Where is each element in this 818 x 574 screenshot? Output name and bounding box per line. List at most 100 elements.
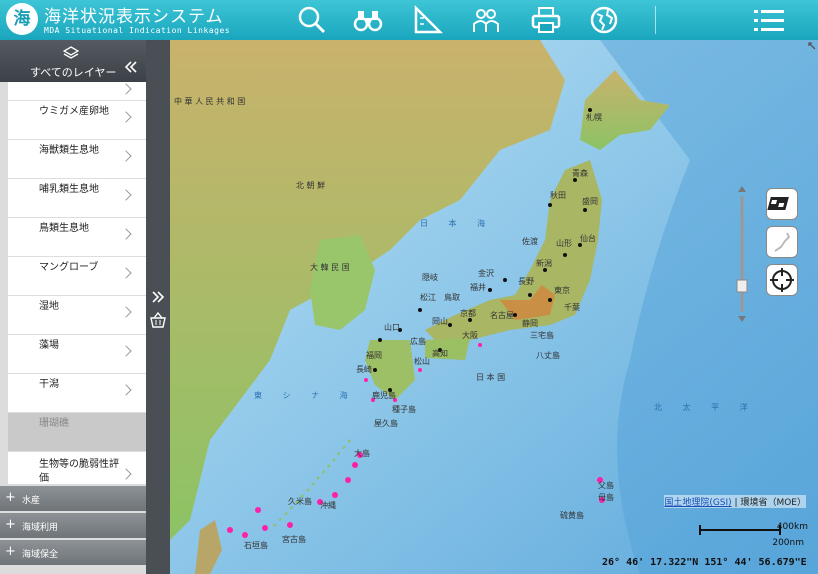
chevron-right-icon [120, 468, 132, 480]
map-label: 宮古島 [282, 535, 306, 544]
list-item[interactable]: 海獣類生息地 [8, 140, 146, 179]
map-label: 岡山 [432, 317, 448, 326]
list-item-label: 干潟 [39, 379, 59, 390]
map-label: 長野 [518, 277, 534, 286]
map-view[interactable]: 中 華 人 民 共 和 国 北 朝 鮮 大 韓 民 国 日 本 国 日 本 海 … [170, 40, 818, 574]
map-label: 沖縄 [320, 501, 336, 510]
category-sea-use[interactable]: + 海域利用 [0, 513, 146, 540]
list-item[interactable]: 生物等の脆弱性評価 [8, 452, 146, 484]
map-label: 隠岐 [422, 273, 438, 282]
list-item[interactable]: マングローブ [8, 257, 146, 296]
chevron-right-icon [120, 150, 132, 162]
basket-icon[interactable] [149, 312, 167, 328]
map-layers-icon [767, 197, 789, 210]
panel-toggle-strip [146, 40, 170, 574]
list-item-label: 海獣類生息地 [39, 145, 99, 156]
map-label: 仙台 [580, 234, 596, 243]
map-label: 新潟 [536, 259, 552, 268]
map-label: 名古屋 [490, 311, 514, 320]
scale-nm: 200nm [772, 538, 804, 548]
expand-panel-icon[interactable] [151, 290, 165, 304]
list-item[interactable]: 藻場 [8, 335, 146, 374]
map-label: 広島 [410, 337, 426, 346]
map-label: 大 韓 民 国 [310, 263, 350, 272]
map-label: 北 朝 鮮 [296, 181, 326, 190]
collapse-panel-icon[interactable] [124, 60, 138, 74]
crosshair-icon [770, 268, 794, 292]
list-item-label: 湿地 [39, 301, 59, 312]
list-item[interactable]: ウミガメ産卵地 [8, 101, 146, 140]
map-label: 石垣島 [244, 541, 268, 550]
map-label: 福井 [470, 283, 486, 292]
map-label: 硫黄島 [560, 511, 584, 520]
binoculars-icon[interactable] [352, 4, 384, 36]
layer-list[interactable]: ウミガメ産卵地 海獣類生息地 哺乳類生息地 鳥類生息地 マングローブ 湿地 藻場… [8, 82, 146, 484]
map-label: 札幌 [586, 113, 602, 122]
map-label: 母島 [598, 493, 614, 502]
map-label: 屋久島 [374, 419, 398, 428]
sea-label: 北 太 平 洋 [654, 403, 757, 412]
gsi-link[interactable]: 国土地理院(GSI) [664, 498, 731, 508]
locate-button[interactable] [766, 264, 798, 296]
list-item-label: 藻場 [39, 340, 59, 351]
search-icon[interactable] [296, 4, 328, 36]
chevron-right-icon [120, 111, 132, 123]
map-label: 青森 [572, 169, 588, 178]
map-canvas[interactable] [170, 40, 818, 574]
app-title: 海洋状況表示システム [44, 7, 224, 27]
zoom-slider[interactable] [736, 184, 748, 324]
list-item[interactable]: 鳥類生息地 [8, 218, 146, 257]
map-label: 種子島 [392, 405, 416, 414]
list-item[interactable]: 湿地 [8, 296, 146, 335]
chevron-right-icon [120, 384, 132, 396]
layer-panel-header: すべてのレイヤー [0, 40, 146, 82]
map-label: 秋田 [550, 191, 566, 200]
chevron-right-icon [120, 189, 132, 201]
app-subtitle: MDA Situational Indication Linkages [44, 26, 231, 35]
list-item-label: 哺乳類生息地 [39, 184, 99, 195]
menu-icon[interactable] [752, 4, 786, 36]
moe-credit: 環境省（MOE） [740, 498, 806, 508]
map-label: 千葉 [564, 303, 580, 312]
category-fisheries[interactable]: + 水産 [0, 486, 146, 513]
category-label: 水産 [22, 496, 41, 506]
layer-panel: すべてのレイヤー ウミガメ産卵地 海獣類生息地 哺乳類生息地 鳥類生息地 マング… [0, 40, 146, 574]
list-item[interactable]: 哺乳類生息地 [8, 179, 146, 218]
map-label: 三宅島 [530, 331, 554, 340]
all-layers-label: すべてのレイヤー [30, 66, 117, 79]
chevron-right-icon [120, 345, 132, 357]
logo-icon: 海 [6, 3, 38, 35]
scale-bar [699, 525, 781, 535]
map-label: 父島 [598, 481, 614, 490]
chevron-right-icon [120, 83, 132, 95]
layer-switch-button[interactable] [766, 188, 798, 220]
list-item-label: 珊瑚礁 [39, 418, 69, 429]
map-label: 高知 [432, 349, 448, 358]
globe-icon[interactable] [588, 4, 620, 36]
map-label: 山形 [556, 239, 572, 248]
plus-icon: + [5, 490, 16, 505]
map-label: 京都 [460, 309, 476, 318]
map-label: 鹿児島 [372, 391, 396, 400]
cursor-coordinates: 26° 46' 17.322"N 151° 44' 56.679"E [602, 557, 807, 568]
map-label: 盛岡 [582, 197, 598, 206]
map-label: 東京 [554, 286, 570, 295]
map-label: 福岡 [366, 351, 382, 360]
ruler-icon[interactable] [412, 4, 444, 36]
print-icon[interactable] [530, 4, 562, 36]
category-sea-conservation[interactable]: + 海域保全 [0, 540, 146, 567]
list-item[interactable] [8, 82, 146, 101]
japan-outline-icon [774, 232, 791, 252]
fullscreen-icon[interactable] [808, 42, 817, 51]
list-item-label: ウミガメ産卵地 [39, 106, 109, 117]
users-icon[interactable] [470, 4, 502, 36]
list-item-disabled: 珊瑚礁 [8, 413, 146, 452]
list-item[interactable]: 干潟 [8, 374, 146, 413]
sea-label: 東 シ ナ 海 [254, 391, 357, 400]
map-label: 大阪 [462, 331, 478, 340]
sea-label: 日 本 海 [420, 219, 495, 228]
layers-icon [63, 46, 79, 59]
map-label: 金沢 [478, 269, 494, 278]
overview-button[interactable] [766, 226, 798, 258]
map-label: 佐渡 [522, 237, 538, 246]
